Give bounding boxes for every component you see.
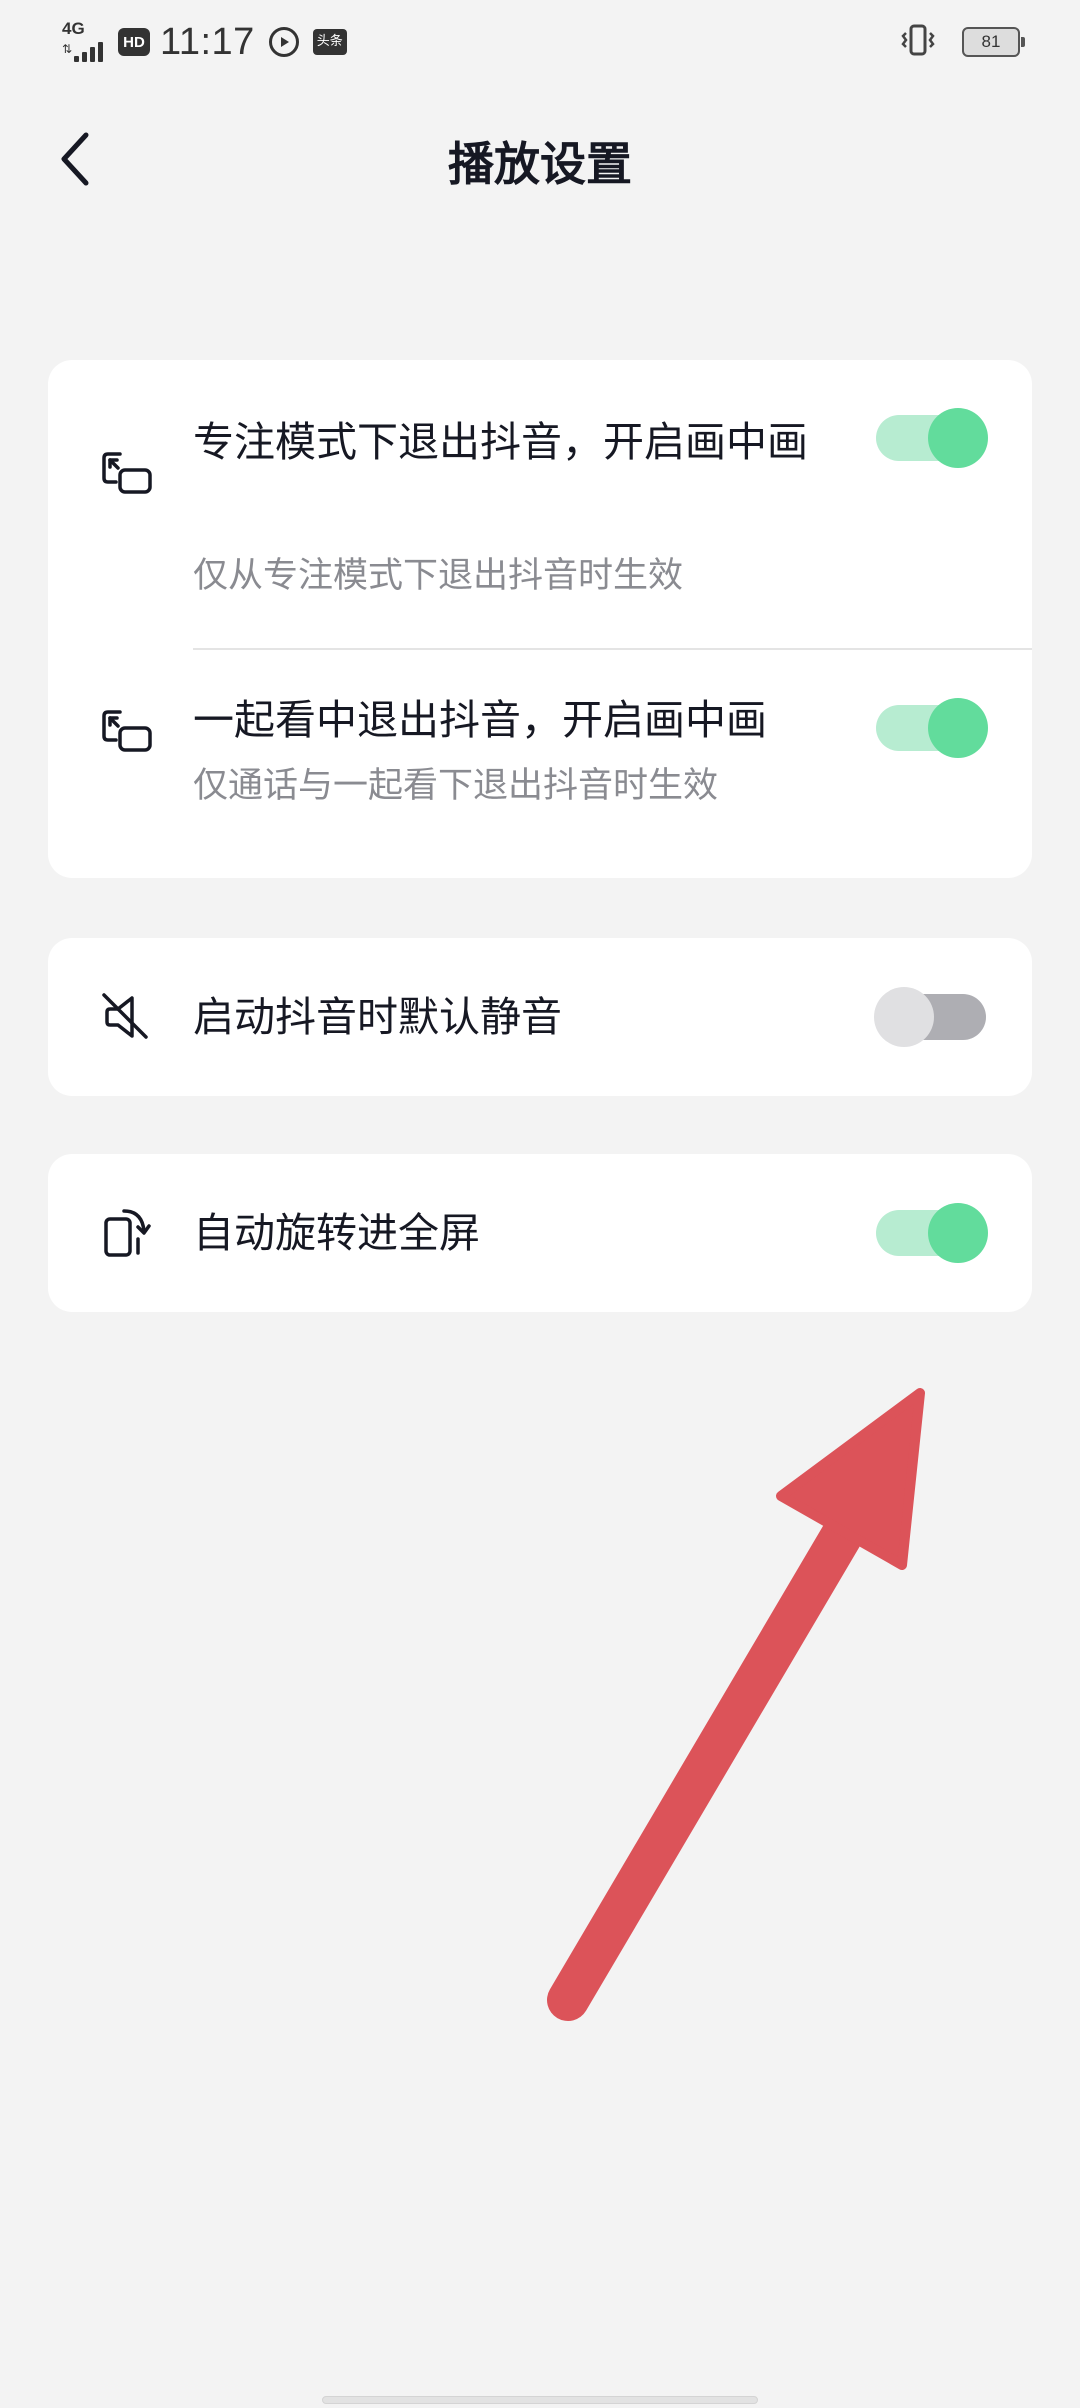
setting-row-pip-watch-together: 一起看中退出抖音，开启画中画 仅通话与一起看下退出抖音时生效 [48,650,1032,878]
rotate-settings-card: 自动旋转进全屏 [48,1154,1032,1312]
signal-bars-icon [74,40,110,62]
picture-in-picture-icon [102,452,152,494]
setting-title: 一起看中退出抖音，开启画中画 [193,696,767,744]
status-bar: 4G ⇅ HD 11:17 头条 81 [0,0,1080,84]
setting-title: 启动抖音时默认静音 [193,993,562,1041]
setting-title: 专注模式下退出抖音，开启画中画 [193,418,808,466]
page-title: 播放设置 [448,137,632,191]
status-right: 81 [898,20,1025,64]
toggle-knob [874,987,934,1047]
setting-subtitle: 仅通话与一起看下退出抖音时生效 [193,766,719,806]
battery-icon: 81 [962,27,1025,57]
toggle-knob [928,408,988,468]
hd-badge: HD [118,28,150,56]
arrow-head [776,1388,925,1570]
toggle-knob [928,698,988,758]
setting-row-pip-focus: 专注模式下退出抖音，开启画中画 仅从专注模式下退出抖音时生效 [48,360,1032,650]
signal-icon: 4G ⇅ [62,20,110,64]
battery-level: 81 [981,32,1001,51]
mute-on-launch-toggle[interactable] [874,987,986,1047]
mute-settings-card: 启动抖音时默认静音 [48,938,1032,1096]
rotate-screen-icon [104,1209,151,1257]
chevron-left-icon [61,132,89,186]
pip-watch-together-toggle[interactable] [876,698,988,758]
toggle-knob [928,1203,988,1263]
home-indicator[interactable] [322,2396,758,2404]
pip-settings-card: 专注模式下退出抖音，开启画中画 仅从专注模式下退出抖音时生效 一起看中退出抖音，… [48,360,1032,878]
status-time: 11:17 [160,20,255,63]
back-button[interactable] [44,124,104,194]
video-app-icon [268,27,299,57]
setting-row-auto-rotate: 自动旋转进全屏 [48,1154,1032,1312]
pip-focus-toggle[interactable] [876,408,988,468]
picture-in-picture-icon [102,710,152,752]
setting-subtitle: 仅从专注模式下退出抖音时生效 [193,556,684,596]
arrow-shaft [547,1487,879,2021]
vibrate-icon [898,22,938,62]
news-app-icon: 头条 [312,29,347,55]
setting-row-mute-on-launch: 启动抖音时默认静音 [48,938,1032,1096]
data-arrows-icon: ⇅ [62,42,73,56]
setting-title: 自动旋转进全屏 [193,1209,480,1257]
network-type: 4G [62,19,85,38]
auto-rotate-toggle[interactable] [876,1203,988,1263]
status-left: 4G ⇅ HD 11:17 头条 [62,16,347,68]
speaker-muted-icon [102,993,148,1039]
